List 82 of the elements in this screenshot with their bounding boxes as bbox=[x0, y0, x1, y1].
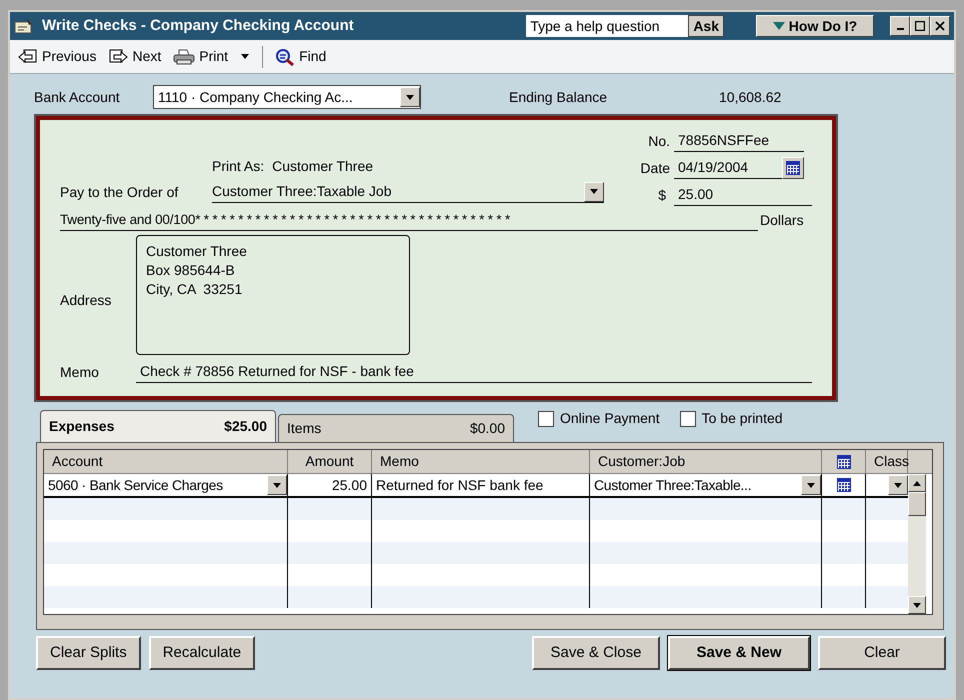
print-as-label: Print As: bbox=[212, 157, 264, 176]
ask-button[interactable]: Ask bbox=[688, 15, 724, 37]
address-line: City, CA 33251 bbox=[146, 280, 244, 300]
column-header: Memo bbox=[372, 450, 590, 474]
maximize-icon bbox=[915, 21, 925, 31]
dropdown-button[interactable] bbox=[888, 475, 908, 495]
checkbox[interactable] bbox=[538, 410, 554, 426]
bank-account-dropdown[interactable]: 1110 · Company Checking Ac... bbox=[153, 85, 421, 109]
caret-icon bbox=[807, 482, 815, 488]
column-header: Customer:Job bbox=[590, 450, 822, 474]
dropdown-button[interactable] bbox=[400, 87, 420, 107]
action-button[interactable]: Save & Close bbox=[532, 636, 660, 670]
checkbox[interactable] bbox=[680, 410, 696, 426]
memo-label: Memo bbox=[60, 363, 100, 382]
printer-icon bbox=[173, 48, 196, 64]
checkbox-label: To be printed bbox=[702, 409, 783, 428]
how-do-i-button[interactable]: How Do I? bbox=[756, 15, 874, 37]
down-arrow-icon bbox=[913, 602, 921, 608]
ending-balance-label: Ending Balance bbox=[509, 88, 608, 107]
print-as-value: Customer Three bbox=[272, 157, 374, 176]
minimize-button[interactable] bbox=[890, 16, 910, 36]
arrow-left-icon bbox=[18, 48, 38, 64]
bank-account-label: Bank Account bbox=[34, 88, 121, 106]
print-dropdown[interactable] bbox=[240, 54, 250, 59]
close-icon bbox=[935, 21, 945, 31]
number-label: No. bbox=[647, 132, 671, 151]
calendar-icon bbox=[786, 161, 800, 175]
maximize-button[interactable] bbox=[910, 16, 930, 36]
caret-icon bbox=[406, 94, 414, 100]
help-search-field[interactable]: Type a help question bbox=[526, 15, 688, 37]
payee-dropdown[interactable]: Customer Three:Taxable Job bbox=[212, 181, 604, 203]
check-number-field[interactable]: 78856NSFFee bbox=[674, 130, 804, 152]
dropdown-button[interactable] bbox=[584, 182, 604, 202]
arrow-right-icon bbox=[108, 48, 128, 64]
calendar-icon bbox=[836, 454, 850, 468]
caret-icon bbox=[273, 482, 281, 488]
customer-job-dropdown[interactable]: Customer Three:Taxable... bbox=[590, 474, 822, 496]
window-title: Write Checks - Company Checking Account bbox=[42, 16, 354, 36]
scrollbar[interactable] bbox=[908, 474, 926, 614]
caret-icon bbox=[241, 54, 250, 59]
amount-in-words: Twenty-five and 00/100* * * * * * * * * * * * * * * * * * * * * * * * * * * * * * * * * * * * * bbox=[60, 210, 758, 232]
action-button[interactable]: Save & New bbox=[668, 636, 810, 670]
dollars-label: Dollars bbox=[760, 211, 804, 230]
tab[interactable]: Items $0.00 bbox=[278, 414, 514, 442]
toolbar-button[interactable]: Print bbox=[173, 46, 228, 67]
toolbar-button[interactable]: Find bbox=[275, 46, 326, 67]
calendar-button[interactable] bbox=[782, 157, 804, 179]
date-label: Date bbox=[639, 159, 671, 178]
search-icon bbox=[275, 48, 296, 66]
action-button[interactable]: Recalculate bbox=[148, 636, 256, 670]
dropdown-button[interactable] bbox=[267, 475, 287, 495]
address-label: Address bbox=[60, 290, 112, 310]
close-button[interactable] bbox=[930, 16, 950, 36]
ending-balance-value: 10,608.62 bbox=[719, 88, 782, 106]
column-header: Class bbox=[866, 450, 908, 474]
minimize-icon bbox=[896, 28, 904, 30]
column-header: Account bbox=[44, 450, 288, 474]
caret-icon bbox=[894, 482, 902, 488]
triangle-icon bbox=[772, 22, 785, 30]
action-button[interactable]: Clear bbox=[818, 636, 946, 670]
checkbook-icon bbox=[14, 17, 34, 35]
address-field[interactable]: Customer Three Box 985644-B City, CA 33251 bbox=[136, 235, 410, 356]
account-dropdown[interactable]: 5060 · Bank Service Charges bbox=[44, 474, 288, 496]
memo-field[interactable]: Check # 78856 Returned for NSF - bank fee bbox=[136, 361, 812, 384]
calendar-icon bbox=[836, 478, 850, 492]
dollar-label: $ bbox=[657, 186, 667, 205]
table-cell: 25.00 bbox=[288, 474, 372, 496]
scrollbar-thumb[interactable] bbox=[908, 492, 926, 516]
pay-to-label: Pay to the Order of bbox=[60, 183, 180, 202]
column-header: Amount bbox=[288, 450, 372, 474]
caret-icon bbox=[590, 189, 598, 194]
address-line: Box 985644-B bbox=[146, 261, 236, 280]
address-line: Customer Three bbox=[146, 242, 248, 262]
tab[interactable]: Expenses $25.00 bbox=[40, 410, 276, 442]
action-button[interactable]: Clear Splits bbox=[36, 636, 141, 670]
checkbox-label: Online Payment bbox=[560, 409, 660, 428]
dropdown-button[interactable] bbox=[801, 475, 821, 495]
toolbar-button[interactable]: Previous bbox=[18, 46, 96, 67]
toolbar-button[interactable]: Next bbox=[108, 46, 162, 67]
amount-field[interactable]: 25.00 bbox=[674, 184, 812, 206]
table-cell: Returned for NSF bank fee bbox=[372, 474, 590, 496]
up-arrow-icon bbox=[913, 480, 921, 486]
